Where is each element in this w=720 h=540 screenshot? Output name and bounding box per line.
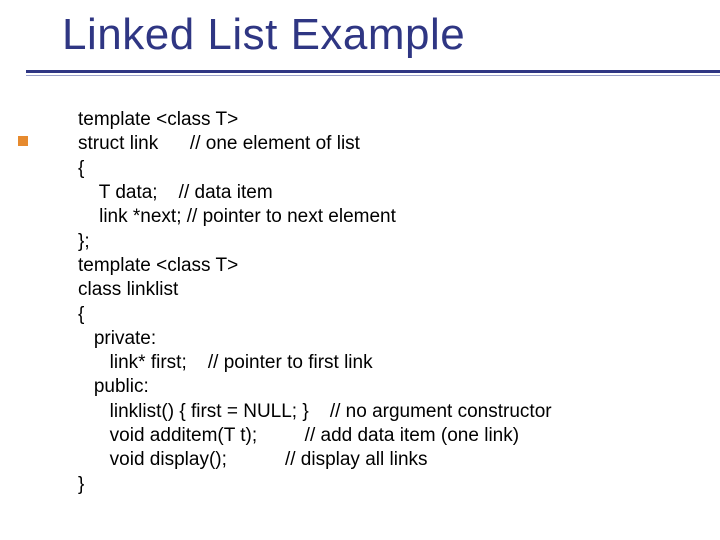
code-line: class linklist	[78, 279, 178, 300]
code-line: template <class T>	[78, 255, 238, 276]
accent-square-icon	[18, 136, 28, 146]
code-line: void additem(T t); // add data item (one…	[78, 425, 519, 446]
code-line: {	[78, 304, 84, 325]
code-line: linklist() { first = NULL; } // no argum…	[78, 401, 552, 422]
code-line: struct link // one element of list	[78, 133, 360, 154]
underline-thin	[26, 75, 720, 76]
slide-title: Linked List Example	[62, 10, 465, 60]
code-line: template <class T>	[78, 109, 238, 130]
code-line: link *next; // pointer to next element	[78, 206, 396, 227]
code-line: private:	[78, 328, 156, 349]
code-line: public:	[78, 376, 149, 397]
code-line: void display(); // display all links	[78, 449, 428, 470]
title-underline	[0, 70, 720, 74]
slide: Linked List Example template <class T> s…	[0, 0, 720, 540]
code-block: template <class T> struct link // one el…	[78, 108, 552, 497]
underline-thick	[26, 70, 720, 73]
code-line: }	[78, 474, 84, 495]
code-line: };	[78, 231, 90, 252]
code-line: link* first; // pointer to first link	[78, 352, 373, 373]
code-line: T data; // data item	[78, 182, 273, 203]
code-line: {	[78, 158, 84, 179]
